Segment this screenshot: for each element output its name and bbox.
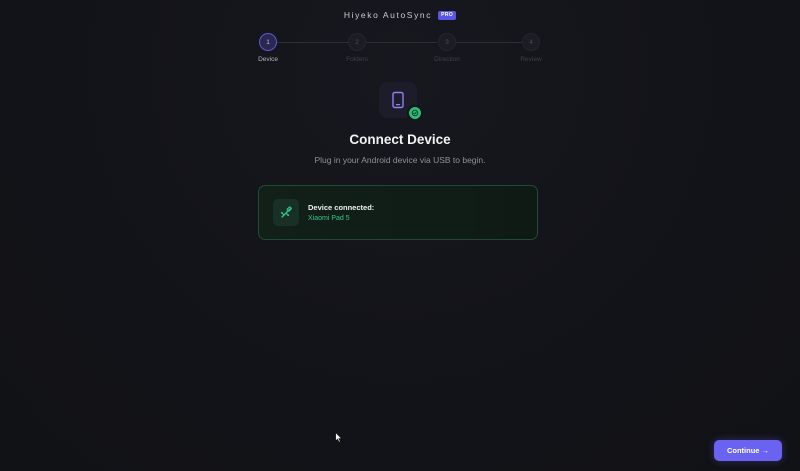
app-window: Hiyeko AutoSync PRO 1 Device 2 Folders 3… (0, 0, 800, 471)
step-review[interactable]: 4 Review (506, 33, 556, 63)
step-label: Folders (346, 56, 368, 63)
step-folders[interactable]: 2 Folders (332, 33, 382, 63)
step-number: 4 (522, 33, 540, 51)
header: Hiyeko AutoSync PRO (0, 9, 800, 21)
step-number: 2 (348, 33, 366, 51)
step-number: 3 (438, 33, 456, 51)
device-illustration (379, 82, 423, 121)
page-subtitle: Plug in your Android device via USB to b… (314, 155, 486, 165)
step-label: Device (258, 56, 278, 63)
check-icon (407, 105, 423, 121)
device-status-card: Device connected: Xiaomi Pad 5 (258, 185, 538, 240)
step-number: 1 (259, 33, 277, 51)
tablet-icon (392, 91, 404, 109)
step-direction[interactable]: 3 Direction (422, 33, 472, 63)
continue-button[interactable]: Continue → (714, 440, 782, 461)
stepper: 1 Device 2 Folders 3 Direction 4 Review (0, 33, 800, 65)
mouse-cursor-icon (335, 432, 343, 443)
status-title: Device connected: (308, 203, 375, 212)
app-title: Hiyeko AutoSync (343, 10, 433, 20)
page-title: Connect Device (349, 132, 451, 147)
step-label: Review (520, 56, 542, 63)
device-name: Xiaomi Pad 5 (308, 215, 350, 222)
step-label: Direction (434, 56, 460, 63)
pro-badge: PRO (438, 10, 457, 20)
usb-icon (273, 199, 299, 226)
step-device[interactable]: 1 Device (243, 33, 293, 63)
